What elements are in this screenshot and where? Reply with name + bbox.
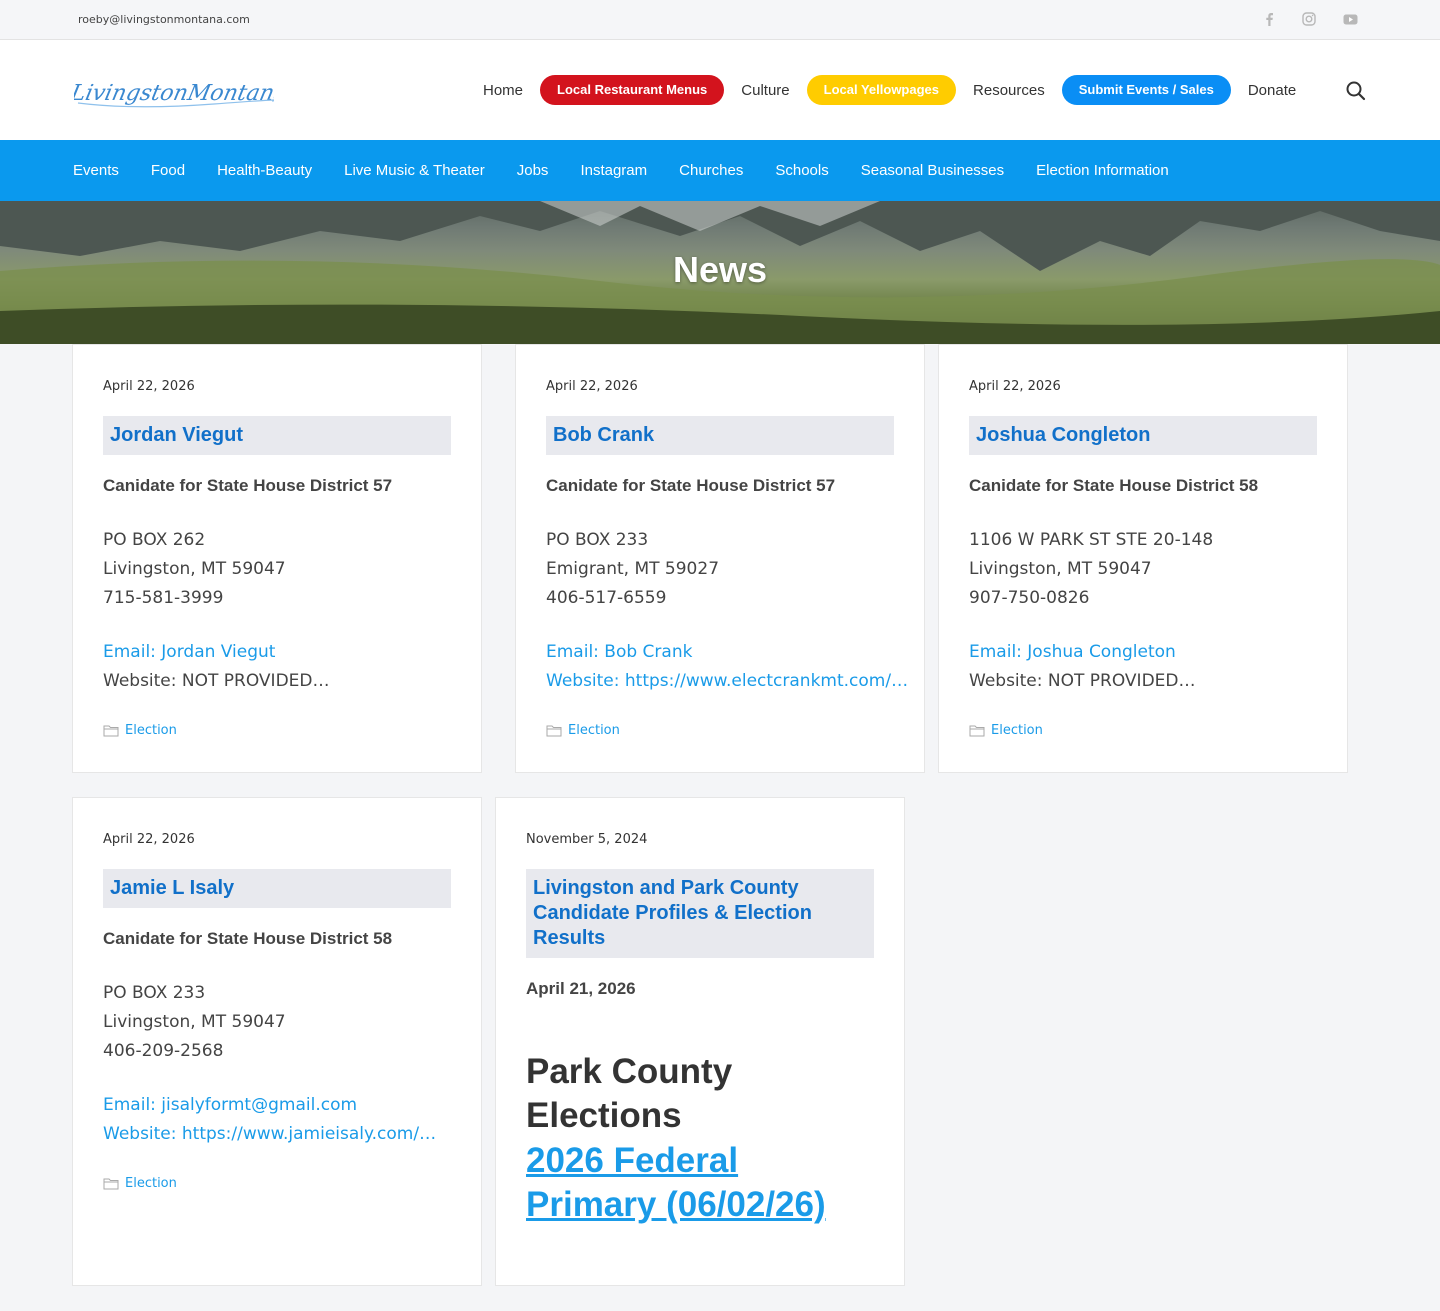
site-header: LivingstonMontana.com Home Local Restaur… [0,40,1440,140]
post-title[interactable]: Jordan Viegut [103,416,451,455]
address-line: Livingston, MT 59047 [969,559,1152,579]
post-subtitle: Canidate for State House District 57 [546,476,836,495]
top-bar: roeby@livingstonmontana.com [0,0,1440,40]
nav-donate[interactable]: Donate [1231,82,1313,99]
post-subtitle: Canidate for State House District 58 [103,929,393,948]
category-nav: Events Food Health-Beauty Live Music & T… [0,140,1440,201]
page-title: News [672,249,768,290]
post-title-line[interactable]: Results [533,926,867,951]
subnav-election-information[interactable]: Election Information [1020,162,1185,179]
folder-icon [969,725,985,737]
website-link[interactable]: Website: https://www.electcrankmt.com/… [546,671,908,691]
main-nav: Home Local Restaurant Menus Culture Loca… [466,74,1313,106]
nav-resources[interactable]: Resources [956,82,1062,99]
post-category[interactable]: Election [103,1176,177,1191]
website-text: Website: NOT PROVIDED… [969,671,1196,691]
post-subtitle: Canidate for State House District 58 [969,476,1259,495]
post-title[interactable]: Jamie L Isaly [103,869,451,908]
post-card: April 22, 2026 Jamie L Isaly Canidate fo… [72,797,482,1286]
link-line[interactable]: 2026 Federal [526,1139,826,1183]
nav-local-restaurant-menus[interactable]: Local Restaurant Menus [540,75,725,105]
subnav-live-music-theater[interactable]: Live Music & Theater [328,162,501,179]
nav-local-yellowpages[interactable]: Local Yellowpages [806,75,957,105]
folder-icon [103,1178,119,1190]
address-line: Livingston, MT 59047 [103,559,286,579]
email-link[interactable]: Email: Joshua Congleton [969,642,1176,662]
subnav-health-beauty[interactable]: Health-Beauty [201,162,328,179]
subnav-instagram[interactable]: Instagram [564,162,663,179]
post-date: April 22, 2026 [103,832,195,847]
instagram-icon[interactable] [1301,11,1317,27]
facebook-icon[interactable] [1261,11,1277,27]
post-title-line[interactable]: Livingston and Park County [533,876,867,901]
post-title[interactable]: Bob Crank [546,416,894,455]
email-link[interactable]: Email: jisalyformt@gmail.com [103,1095,357,1115]
post-date: April 22, 2026 [546,379,638,394]
subnav-jobs[interactable]: Jobs [501,162,565,179]
category-label[interactable]: Election [568,723,620,738]
post-title-line[interactable]: Candidate Profiles & Election [533,901,867,926]
primary-election-link[interactable]: 2026 Federal Primary (06/02/26) [526,1139,826,1227]
nav-culture[interactable]: Culture [724,82,806,99]
post-category[interactable]: Election [103,723,177,738]
feature-post-card: November 5, 2024 Livingston and Park Cou… [495,797,905,1286]
post-subtitle: April 21, 2026 [526,979,636,998]
address-line: PO BOX 233 [103,983,206,1003]
post-title[interactable]: Joshua Congleton [969,416,1317,455]
heading-line: Elections [526,1096,682,1135]
address-line: 1106 W PARK ST STE 20-148 [969,530,1214,550]
address-line: Livingston, MT 59047 [103,1012,286,1032]
post-title[interactable]: Livingston and Park County Candidate Pro… [526,869,874,958]
address-line: Emigrant, MT 59027 [546,559,720,579]
folder-icon [103,725,119,737]
phone-line: 406-517-6559 [546,588,667,608]
section-heading: Park County Elections [526,1050,732,1138]
address-line: PO BOX 233 [546,530,649,550]
post-date: November 5, 2024 [526,832,648,847]
contact-email[interactable]: roeby@livingstonmontana.com [78,13,250,26]
subnav-churches[interactable]: Churches [663,162,759,179]
subnav-seasonal-businesses[interactable]: Seasonal Businesses [845,162,1020,179]
phone-line: 406-209-2568 [103,1041,224,1061]
phone-line: 715-581-3999 [103,588,224,608]
subnav-events[interactable]: Events [57,162,135,179]
email-link[interactable]: Email: Jordan Viegut [103,642,275,662]
category-label[interactable]: Election [125,1176,177,1191]
hero-banner: News [0,201,1440,344]
subnav-schools[interactable]: Schools [759,162,844,179]
address-line: PO BOX 262 [103,530,206,550]
nav-submit-events-sales[interactable]: Submit Events / Sales [1061,75,1231,105]
site-logo[interactable]: LivingstonMontana.com [67,70,343,114]
website-text: Website: NOT PROVIDED… [103,671,330,691]
heading-line: Park County [526,1052,733,1091]
search-icon[interactable] [1345,80,1367,102]
post-date: April 22, 2026 [103,379,195,394]
post-date: April 22, 2026 [969,379,1061,394]
post-card: April 22, 2026 Bob Crank Canidate for St… [515,344,925,773]
nav-home[interactable]: Home [466,82,540,99]
post-card: April 22, 2026 Jordan Viegut Canidate fo… [72,344,482,773]
website-link[interactable]: Website: https://www.jamieisaly.com/… [103,1124,436,1144]
subnav-food[interactable]: Food [135,162,201,179]
post-category[interactable]: Election [546,723,620,738]
category-label[interactable]: Election [125,723,177,738]
post-card: April 22, 2026 Joshua Congleton Canidate… [938,344,1348,773]
phone-line: 907-750-0826 [969,588,1090,608]
youtube-icon[interactable] [1342,11,1358,27]
email-link[interactable]: Email: Bob Crank [546,642,692,662]
post-category[interactable]: Election [969,723,1043,738]
post-subtitle: Canidate for State House District 57 [103,476,393,495]
category-label[interactable]: Election [991,723,1043,738]
link-line[interactable]: Primary (06/02/26) [526,1183,826,1227]
folder-icon [546,725,562,737]
